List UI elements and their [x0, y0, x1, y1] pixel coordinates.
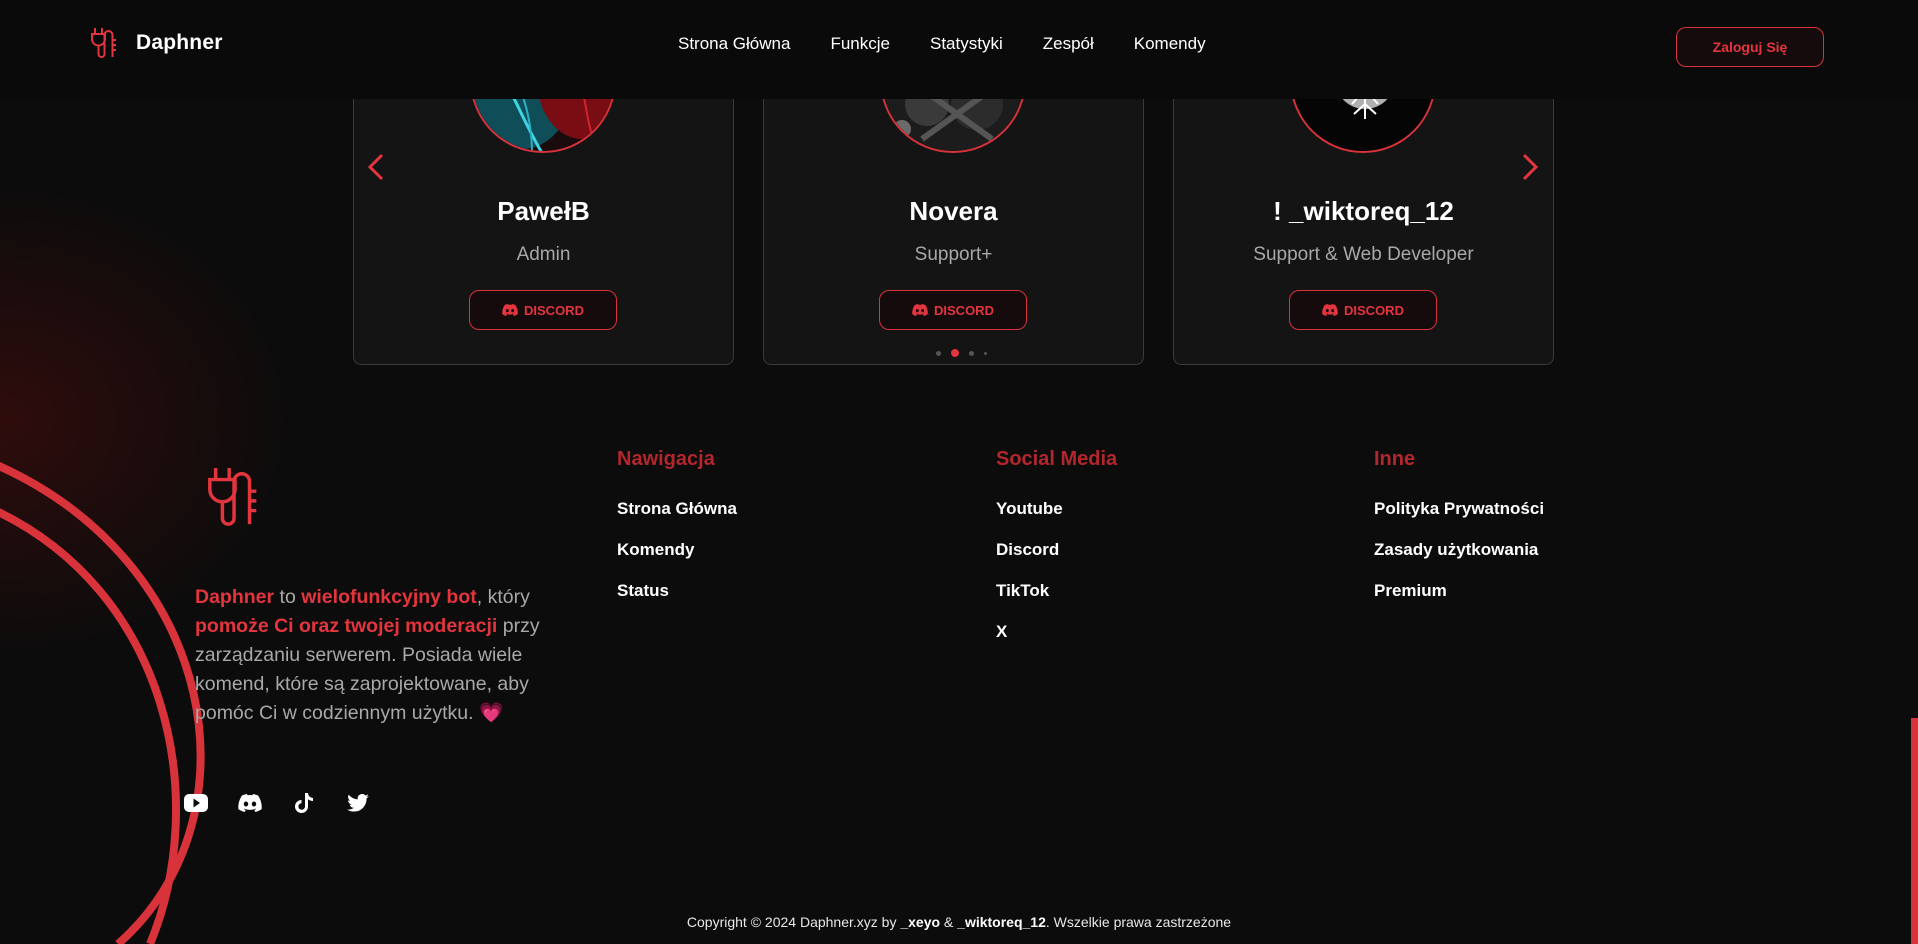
footer-link[interactable]: Youtube	[996, 499, 1117, 540]
login-button[interactable]: Zaloguj Się	[1676, 27, 1824, 67]
footer-link[interactable]: Polityka Prywatności	[1374, 499, 1544, 540]
tiktok-icon[interactable]	[291, 790, 317, 816]
footer-link[interactable]: Komendy	[617, 540, 737, 581]
member-name: Novera	[909, 196, 998, 226]
carousel-next-arrow-icon[interactable]	[1518, 152, 1542, 182]
top-navbar: Daphner Strona Główna Funkcje Statystyki…	[0, 0, 1918, 99]
desc-highlight: wielofunkcyjny bot	[301, 586, 477, 608]
footer-link[interactable]: X	[996, 622, 1117, 663]
nav-commands[interactable]: Komendy	[1134, 34, 1206, 54]
carousel-dot-active[interactable]	[951, 349, 959, 357]
carousel-dot[interactable]	[969, 350, 974, 356]
footer-col-title: Nawigacja	[617, 448, 715, 470]
footer-link[interactable]: Zasady użytkowania	[1374, 540, 1544, 581]
desc-highlight: pomoże Ci oraz twojej moderacji	[195, 615, 498, 637]
footer-link[interactable]: Strona Główna	[617, 499, 737, 540]
youtube-icon[interactable]	[183, 790, 209, 816]
desc-text: to	[274, 586, 302, 608]
copyright-text: . Wszelkie prawa zastrzeżone	[1045, 914, 1232, 930]
desc-brand: Daphner	[195, 586, 275, 608]
discord-label: DISCORD	[524, 302, 584, 318]
page: PawełB Admin DISCORD Novera Support+ DIS…	[0, 0, 1918, 944]
discord-button[interactable]: DISCORD	[469, 290, 617, 330]
carousel-dot[interactable]	[936, 350, 941, 356]
heart-emoji: 💗	[478, 702, 504, 724]
discord-icon	[912, 304, 928, 316]
main-nav: Strona Główna Funkcje Statystyki Zespół …	[678, 34, 1206, 54]
footer-col-social: Social Media Youtube Discord TikTok X	[996, 448, 1117, 663]
discord-label: DISCORD	[934, 302, 994, 318]
member-name: PawełB	[497, 196, 590, 226]
social-icons	[183, 790, 371, 816]
discord-icon	[502, 304, 518, 316]
nav-home[interactable]: Strona Główna	[678, 34, 790, 54]
brand-name: Daphner	[136, 31, 223, 54]
plug-logo-icon	[91, 28, 116, 58]
scrollbar-thumb[interactable]	[1911, 718, 1918, 944]
footer-plug-logo-icon	[208, 467, 257, 526]
member-role: Admin	[516, 244, 571, 265]
footer-description: Daphner to wielofunkcyjny bot, który pom…	[195, 583, 565, 728]
discord-label: DISCORD	[1344, 302, 1404, 318]
team-card-1: PawełB Admin DISCORD	[353, 49, 734, 365]
member-role: Support+	[914, 244, 993, 265]
footer-link[interactable]: Premium	[1374, 581, 1544, 622]
team-card-2: Novera Support+ DISCORD	[763, 49, 1144, 365]
footer-link[interactable]: Discord	[996, 540, 1117, 581]
nav-team[interactable]: Zespół	[1043, 34, 1094, 54]
twitter-icon[interactable]	[345, 790, 371, 816]
footer-col-navigation: Nawigacja Strona Główna Komendy Status	[617, 448, 737, 622]
discord-button[interactable]: DISCORD	[879, 290, 1027, 330]
member-name: ! _wiktoreq_12	[1273, 196, 1454, 226]
nav-features[interactable]: Funkcje	[830, 34, 890, 54]
brand-logo[interactable]: Daphner	[90, 27, 223, 59]
discord-icon[interactable]	[237, 790, 263, 816]
footer-col-title: Inne	[1374, 448, 1416, 470]
nav-stats[interactable]: Statystyki	[930, 34, 1003, 54]
desc-text: , który	[476, 586, 530, 608]
footer-link[interactable]: TikTok	[996, 581, 1117, 622]
team-card-3: ! _wiktoreq_12 Support & Web Developer D…	[1173, 49, 1554, 365]
copyright-text: Copyright © 2024 Daphner.xyz by	[686, 914, 901, 930]
copyright-text: &	[940, 914, 958, 930]
discord-icon	[1322, 304, 1338, 316]
author-link[interactable]: _xeyo	[900, 914, 940, 930]
footer-col-title: Social Media	[996, 448, 1118, 470]
discord-button[interactable]: DISCORD	[1289, 290, 1437, 330]
author-link[interactable]: _wiktoreq_12	[957, 914, 1046, 930]
copyright: Copyright © 2024 Daphner.xyz by _xeyo & …	[0, 914, 1918, 930]
carousel-prev-arrow-icon[interactable]	[364, 152, 388, 182]
footer-col-other: Inne Polityka Prywatności Zasady użytkow…	[1374, 448, 1544, 622]
carousel-dots	[936, 349, 987, 357]
member-role: Support & Web Developer	[1253, 244, 1474, 265]
carousel-dot[interactable]	[984, 351, 987, 355]
footer-link[interactable]: Status	[617, 581, 737, 622]
